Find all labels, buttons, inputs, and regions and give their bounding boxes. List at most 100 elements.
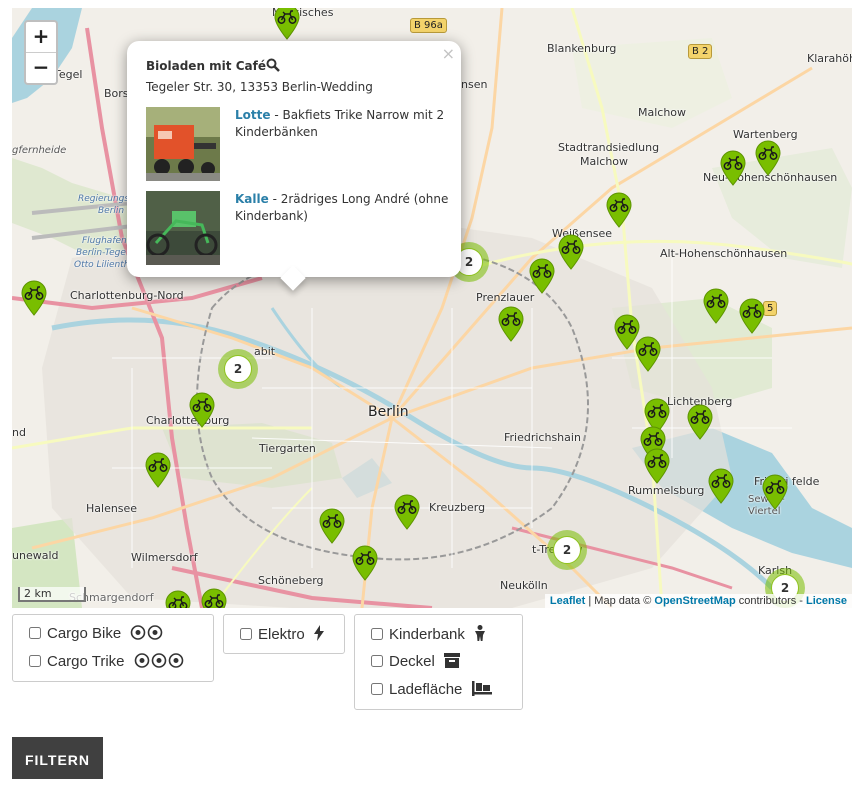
bike-description: Kalle - 2rädriges Long André (ohne Kinde… <box>235 191 450 225</box>
filter-ladeflaeche[interactable]: Ladefläche <box>371 681 492 698</box>
zoom-in-button[interactable]: + <box>26 22 56 52</box>
zoom-out-button[interactable]: − <box>26 52 56 83</box>
lightning-icon <box>313 625 324 641</box>
bike-location-marker[interactable] <box>643 448 671 484</box>
bike-location-marker[interactable] <box>761 474 789 510</box>
label-nsen: nsen <box>461 78 488 91</box>
kinderbank-checkbox[interactable] <box>371 628 383 640</box>
label-blankenburg: Blankenburg <box>547 42 617 55</box>
label-friedrichshain: Friedrichshain <box>504 431 581 444</box>
label-wilmersdorf: Wilmersdorf <box>131 551 198 564</box>
leaflet-link[interactable]: Leaflet <box>550 595 585 607</box>
marker-cluster[interactable]: 2 <box>218 349 258 389</box>
label-neukoelln: Neukölln <box>500 579 548 592</box>
label-malchow: Malchow <box>638 106 687 119</box>
bike-location-marker[interactable] <box>164 590 192 608</box>
label-tiergarten: Tiergarten <box>259 442 316 455</box>
child-icon <box>475 625 486 641</box>
bike-location-marker[interactable] <box>351 545 379 581</box>
bike-photo-lotte <box>146 107 220 181</box>
bike-location-marker[interactable] <box>719 150 747 186</box>
popup-title: Bioladen mit Café <box>146 59 266 73</box>
attribution-contributors: contributors - <box>738 595 803 607</box>
bike-location-marker[interactable] <box>144 452 172 488</box>
label-flughafen-otto: Otto Lilienth <box>74 260 130 270</box>
bike-description: Lotte - Bakfiets Trike Narrow mit 2 Kind… <box>235 107 450 141</box>
bike-location-marker[interactable] <box>738 298 766 334</box>
label-stadtrandsiedlung: Stadtrandsiedlung <box>558 141 660 154</box>
scale-bar: 2 km <box>18 587 86 602</box>
road-shield-b96a: B 96a <box>410 18 447 33</box>
map-attribution: Leaflet | Map data © OpenStreetMap contr… <box>544 594 852 608</box>
road-shield-b2: B 2 <box>688 44 713 59</box>
label-halensee: Halensee <box>86 502 138 515</box>
cluster-count: 2 <box>553 536 581 564</box>
label-nd: nd <box>12 426 26 439</box>
label-flughafen: Flughafen <box>82 236 127 246</box>
filter-elektro[interactable]: Elektro <box>240 625 324 643</box>
filter-cargo-trike[interactable]: Cargo Trike <box>29 653 184 670</box>
archive-box-icon <box>444 653 461 668</box>
label-stadtrandsiedlung-malchow: Malchow <box>580 155 629 168</box>
label-prenzlauer: Prenzlauer <box>476 291 535 304</box>
deckel-checkbox[interactable] <box>371 655 383 667</box>
bike-link-kalle[interactable]: Kalle <box>235 192 269 206</box>
label-schoeneberg: Schöneberg <box>258 574 324 587</box>
cluster-count: 2 <box>224 355 252 383</box>
bike-location-marker[interactable] <box>528 258 556 294</box>
bike-location-marker[interactable] <box>605 192 633 228</box>
cargo-bike-checkbox[interactable] <box>29 627 41 639</box>
cargo-trike-label: Cargo Trike <box>47 653 125 670</box>
bike-location-marker[interactable] <box>393 494 421 530</box>
bike-location-marker[interactable] <box>497 306 525 342</box>
label-alt-hohenschoenhausen: Alt-Hohenschönhausen <box>660 247 788 260</box>
label-berlin: Berlin <box>368 404 409 420</box>
bike-location-marker[interactable] <box>200 588 228 608</box>
attribution-text: | Map data © <box>588 595 652 607</box>
location-popup: × Bioladen mit Café Tegeler Str. 30, 133… <box>127 41 461 291</box>
cargo-trike-checkbox[interactable] <box>29 655 41 667</box>
label-grunewald: unewald <box>12 549 59 562</box>
ladeflaeche-checkbox[interactable] <box>371 683 383 695</box>
label-regierung-berlin: Berlin <box>98 206 125 216</box>
search-icon[interactable] <box>266 58 280 72</box>
popup-address: Tegeler Str. 30, 13353 Berlin-Wedding <box>146 80 373 94</box>
bike-location-marker[interactable] <box>754 140 782 176</box>
two-wheels-icon <box>131 625 163 640</box>
filter-kinderbank[interactable]: Kinderbank <box>371 625 486 643</box>
filter-type-group: Cargo Bike Cargo Trike <box>12 614 214 682</box>
label-moabit: abit <box>254 345 276 358</box>
deckel-label: Deckel <box>389 653 435 670</box>
bike-photo-kalle <box>146 191 220 265</box>
label-klarahoeh: Klarahöh <box>807 52 852 65</box>
bike-location-marker[interactable] <box>634 336 662 372</box>
elektro-label: Elektro <box>258 626 305 643</box>
bike-link-lotte[interactable]: Lotte <box>235 108 271 122</box>
label-rummelsburg: Rummelsburg <box>628 484 705 497</box>
label-kreuzberg: Kreuzberg <box>429 501 486 514</box>
bike-location-marker[interactable] <box>273 8 301 40</box>
elektro-checkbox[interactable] <box>240 628 252 640</box>
ladeflaeche-label: Ladefläche <box>389 681 463 698</box>
three-wheels-icon <box>134 653 184 668</box>
marker-cluster[interactable]: 2 <box>547 530 587 570</box>
license-link[interactable]: License <box>806 595 847 607</box>
bike-location-marker[interactable] <box>557 234 585 270</box>
osm-link[interactable]: OpenStreetMap <box>654 595 735 607</box>
bike-location-marker[interactable] <box>686 404 714 440</box>
label-tegel: Tegel <box>54 68 83 81</box>
label-regierung: Regierungs <box>78 194 130 204</box>
filter-cargo-bike[interactable]: Cargo Bike <box>29 625 164 642</box>
pallet-icon <box>471 681 492 696</box>
bike-location-marker[interactable] <box>702 288 730 324</box>
label-charlottenburg-nord: Charlottenburg-Nord <box>70 289 184 302</box>
bike-location-marker[interactable] <box>20 280 48 316</box>
filter-elektro-group: Elektro <box>223 614 345 654</box>
bike-location-marker[interactable] <box>188 392 216 428</box>
filter-submit-button[interactable]: FILTERN <box>12 737 103 779</box>
bike-location-marker[interactable] <box>318 508 346 544</box>
zoom-control: + − <box>24 20 58 85</box>
bike-location-marker[interactable] <box>707 468 735 504</box>
popup-close-button[interactable]: × <box>442 44 455 63</box>
filter-deckel[interactable]: Deckel <box>371 653 461 670</box>
